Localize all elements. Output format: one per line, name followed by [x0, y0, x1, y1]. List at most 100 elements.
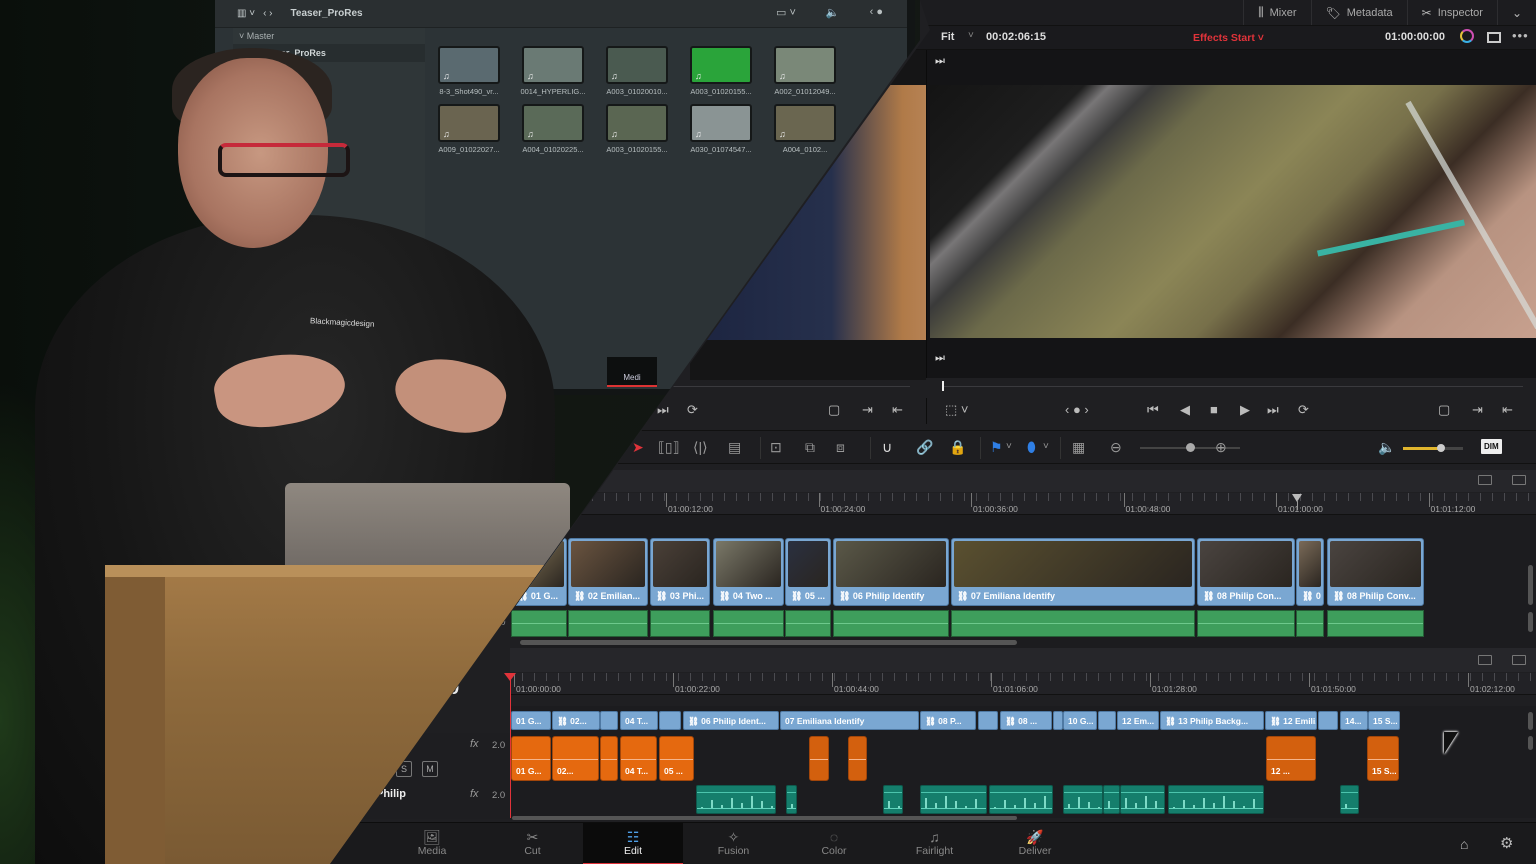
timeline-view-icon[interactable]: ▦: [1072, 439, 1085, 456]
media-pool-clip[interactable]: ♫ A002_01012049...: [763, 46, 847, 96]
audio-clip-emiliana[interactable]: 04 T...: [620, 736, 657, 781]
audio-clip-emiliana[interactable]: 12 ...: [1266, 736, 1316, 781]
audio-icon[interactable]: 🔈: [826, 6, 840, 19]
audio-clip-emiliana[interactable]: 15 S...: [1367, 736, 1399, 781]
video-clip[interactable]: ⛓ 08 Philip Con...: [1197, 538, 1295, 606]
skip-forward-icon[interactable]: ⏭: [1267, 402, 1279, 418]
jog-icon[interactable]: ‹ ● ›: [1065, 402, 1089, 417]
audio-clip[interactable]: [833, 610, 949, 637]
video-clip[interactable]: ⛓ 08 Philip Conv...: [1327, 538, 1424, 606]
linked-selection-icon[interactable]: 🔗: [916, 439, 933, 456]
media-pool-clip[interactable]: ♫ A004_01020225...: [511, 104, 595, 154]
track-fx-icon[interactable]: fx: [470, 788, 479, 800]
audio-clip[interactable]: [511, 610, 567, 637]
audio-clip-philip[interactable]: [786, 785, 797, 814]
chevron-down-icon[interactable]: ˅: [1006, 441, 1012, 452]
match-frame-icon[interactable]: ▢: [828, 402, 840, 418]
mark-in-icon[interactable]: ⇥: [1472, 402, 1483, 418]
audio-clip[interactable]: [1197, 610, 1295, 637]
media-pool-clip[interactable]: ♫ A003_01020010...: [595, 46, 679, 96]
audio-clip[interactable]: [785, 610, 831, 637]
audio-clip-emiliana[interactable]: [848, 736, 867, 781]
timeline-options-icon[interactable]: [1478, 655, 1492, 665]
audio-clip-philip[interactable]: [989, 785, 1053, 814]
flag-icon[interactable]: ⚑: [990, 439, 1003, 456]
stop-icon[interactable]: ■: [1210, 402, 1218, 417]
view-mode-icon[interactable]: ▭ ˅: [776, 6, 796, 19]
video-clip[interactable]: ⛓ 03 Phi...: [650, 538, 710, 606]
media-pool-clip[interactable]: ♫ A003_01020155...: [595, 104, 679, 154]
upper-horizontal-scrollbar[interactable]: [520, 640, 1017, 645]
zoom-slider-knob[interactable]: [1186, 443, 1195, 452]
lower-video-clip[interactable]: 04 T...: [620, 711, 658, 730]
page-tab-deliver[interactable]: 🚀 Deliver: [985, 823, 1085, 864]
audio-clip-philip[interactable]: [1168, 785, 1264, 814]
audio-clip-philip[interactable]: [883, 785, 903, 814]
audio-clip[interactable]: [650, 610, 710, 637]
audio-clip-emiliana[interactable]: 05 ...: [659, 736, 694, 781]
media-pool-clip[interactable]: ♫ A004_0102...: [763, 104, 847, 154]
lower-video-clip[interactable]: [978, 711, 998, 730]
jog-icon[interactable]: ‹ ●: [870, 6, 883, 19]
position-lock-icon[interactable]: 🔒: [949, 439, 966, 456]
mark-out-icon[interactable]: ⇤: [892, 402, 903, 418]
zoom-fit-select[interactable]: Fit: [941, 31, 954, 43]
page-tab-cut[interactable]: ✂ Cut: [483, 823, 583, 864]
step-back-icon[interactable]: ◀: [1180, 402, 1190, 418]
audio-clip-philip[interactable]: [920, 785, 987, 814]
lower-video-clip[interactable]: 01 G...: [511, 711, 551, 730]
lower-video-clip[interactable]: [600, 711, 618, 730]
home-icon[interactable]: ⌂: [1460, 836, 1468, 852]
media-pool-clip[interactable]: ♫ A009_01022027...: [427, 104, 511, 154]
overwrite-clip-icon[interactable]: ⧉: [805, 439, 815, 456]
audio-clip-philip[interactable]: [1103, 785, 1120, 814]
inspector-button[interactable]: ✂ Inspector: [1406, 0, 1497, 25]
page-tab-color[interactable]: ◌ Color: [784, 823, 884, 864]
lower-video-clip[interactable]: [1053, 711, 1063, 730]
audio-clip-philip[interactable]: [696, 785, 776, 814]
mark-in-icon[interactable]: ⇥: [862, 402, 873, 418]
insert-clip-icon[interactable]: ⊡: [770, 439, 782, 456]
next-edit-icon[interactable]: ⏭: [935, 352, 945, 365]
color-wheel-icon[interactable]: [1460, 29, 1474, 43]
track-fx-icon[interactable]: fx: [470, 738, 479, 750]
bin-master[interactable]: ˅ Master: [233, 28, 425, 44]
lower-horizontal-scrollbar[interactable]: [512, 816, 1017, 820]
scrubber-handle[interactable]: [942, 381, 944, 391]
dim-button[interactable]: DIM: [1481, 439, 1502, 454]
video-clip[interactable]: ⛓ 09 E...: [1296, 538, 1324, 606]
page-tab-fairlight[interactable]: ♫ Fairlight: [885, 823, 985, 864]
skip-back-icon[interactable]: ⏮: [1147, 402, 1159, 418]
match-frame-icon[interactable]: ▢: [1438, 402, 1450, 418]
audio-clip[interactable]: [1327, 610, 1424, 637]
transform-icon[interactable]: ⬚ ˅: [945, 402, 969, 418]
lower-video-clip[interactable]: ⛓ 12 Emili...: [1265, 711, 1317, 730]
audio-clip[interactable]: [713, 610, 784, 637]
viewer-scrubber[interactable]: [943, 386, 1523, 387]
lower-video-clip[interactable]: ⛓ 02...: [552, 711, 600, 730]
media-pool-clip[interactable]: ♫ A030_01074547...: [679, 104, 763, 154]
page-tab-fusion[interactable]: ✧ Fusion: [684, 823, 784, 864]
panel-toggle-icon[interactable]: ▥ ˅: [237, 8, 255, 19]
volume-knob[interactable]: [1437, 444, 1445, 452]
lower-vertical-scrollbar[interactable]: [1528, 712, 1533, 730]
video-clip[interactable]: ⛓ 04 Two ...: [713, 538, 784, 606]
timeline-add-icon[interactable]: [1512, 655, 1526, 665]
zoom-in-icon[interactable]: ⊕: [1215, 439, 1227, 456]
lower-video-clip[interactable]: 15 S...: [1368, 711, 1400, 730]
video-clip[interactable]: ⛓ 07 Emiliana Identify: [951, 538, 1195, 606]
lower-video-clip[interactable]: 10 G...: [1063, 711, 1097, 730]
upper-audio-scrollbar[interactable]: [1528, 612, 1533, 632]
replace-clip-icon[interactable]: ⧈: [836, 439, 845, 456]
audio-clip-emiliana[interactable]: [600, 736, 618, 781]
snapping-icon[interactable]: ∪: [882, 439, 892, 456]
audio-clip-philip[interactable]: [1120, 785, 1165, 814]
video-clip[interactable]: ⛓ 02 Emilian...: [568, 538, 648, 606]
mixer-button[interactable]: ⫼ Mixer: [1243, 0, 1310, 25]
audio-clip-philip[interactable]: [1063, 785, 1103, 814]
mark-out-icon[interactable]: ⇤: [1502, 402, 1513, 418]
blade-tool-icon[interactable]: ▤: [728, 439, 741, 456]
more-options-icon[interactable]: •••: [1512, 28, 1529, 43]
metadata-button[interactable]: 🏷 Metadata: [1310, 0, 1407, 25]
expand-button[interactable]: ⌄: [1496, 0, 1536, 25]
